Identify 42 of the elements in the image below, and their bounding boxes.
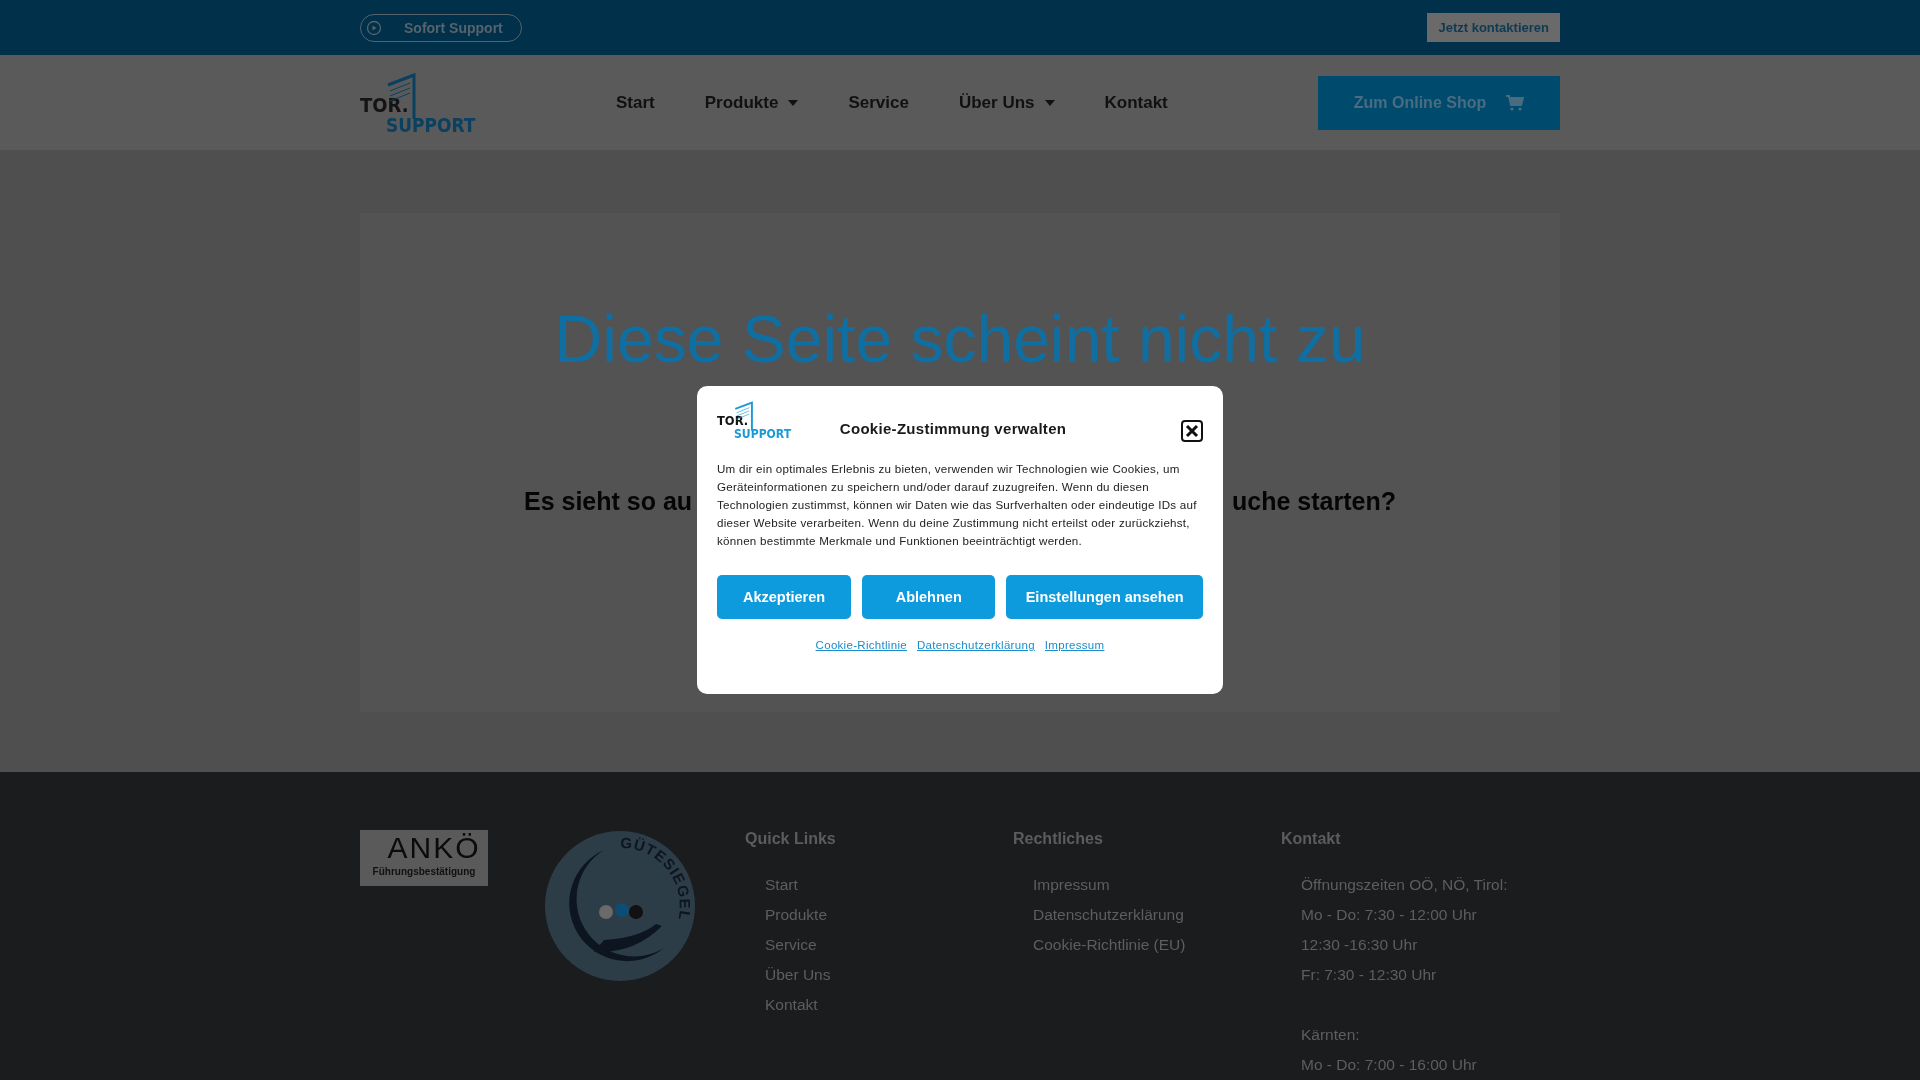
dialog-text: Um dir ein optimales Erlebnis zu bieten, verwenden wir Technologien wie Cookies, um Geräteinformationen zu speichern und/oder darauf zuzugreifen. Wenn du diesen Technologien zustimmst, können wir Daten wie das Surfverhalten oder eindeutige IDs auf dieser Website verarbeiten. Wenn du deine Zustimmung nicht erteilst oder zurückziehst, können bestimmte Merkmale und Funktionen beeinträchtigt werden. [717,461,1198,549]
footer-heading: Kontakt [1281,830,1342,848]
consent-button[interactable]: Einstellungen ansehen [1006,575,1203,619]
policy-link[interactable]: Datenschutzerklärung [916,639,1035,651]
footer-link[interactable]: Datenschutzerklärung [1013,900,1281,930]
policy-link[interactable]: Cookie-Richtlinie [815,639,907,651]
contact-info: Mo - Do: 7:00 - 16:00 Uhr [1300,1055,1478,1075]
tor-support-logo[interactable]: TOR. SUPPORT [717,400,794,441]
consent-button[interactable]: Akzeptieren [717,575,852,619]
nav-link[interactable]: Produkte [704,92,799,113]
footer-link[interactable]: Cookie-Richtlinie (EU) [1013,930,1281,960]
footer-link[interactable]: Produkte [745,900,1013,930]
footer-link[interactable]: Über Uns [745,960,1013,990]
contact-info: Fr: 7:30 - 12:30 Uhr [1300,965,1438,985]
close-icon[interactable] [1181,420,1203,442]
footer-heading: Quick Links [745,830,837,848]
contact-button[interactable]: Jetzt kontaktieren [1427,13,1560,42]
footer-heading: Rechtliches [1013,830,1104,848]
dialog-title: Cookie-Zustimmung verwalten [839,420,1068,437]
online-shop-button[interactable]: Zum Online Shop [1318,75,1560,130]
nav-link[interactable]: Start [616,92,655,113]
contact-info: Mo - Do: 7:30 - 12:00 Uhr [1300,905,1478,925]
consent-button[interactable]: Ablehnen [862,575,996,619]
anko-name: ANKÖ [386,830,481,866]
error-heading: Diese Seite scheint nicht zu [554,301,1366,377]
contact-info: Kärnten: [1300,1025,1361,1045]
footer-link[interactable]: Service [745,930,1013,960]
footer-link[interactable]: Start [745,870,1013,900]
error-subtitle: uche starten? [1232,487,1396,516]
nav-link[interactable]: Kontakt [1104,92,1168,113]
anko-caption: Führungsbestätigung [372,866,476,877]
nav-link[interactable]: Über Uns [958,92,1055,113]
policy-link[interactable]: Impressum [1044,639,1105,651]
cart-icon [1506,94,1525,111]
contact-info: 12:30 -16:30 Uhr [1300,935,1419,955]
footer-link[interactable]: Kontakt [745,990,1013,1020]
tor-support-logo[interactable]: TOR. SUPPORT [360,70,480,135]
error-subtitle: Es sieht so au [524,487,693,516]
contact-info: Öffnungszeiten OÖ, NÖ, Tirol: [1300,875,1509,895]
play-circle-icon [366,19,382,36]
footer-link[interactable]: Impressum [1013,870,1281,900]
nav-link[interactable]: Service [848,92,909,113]
